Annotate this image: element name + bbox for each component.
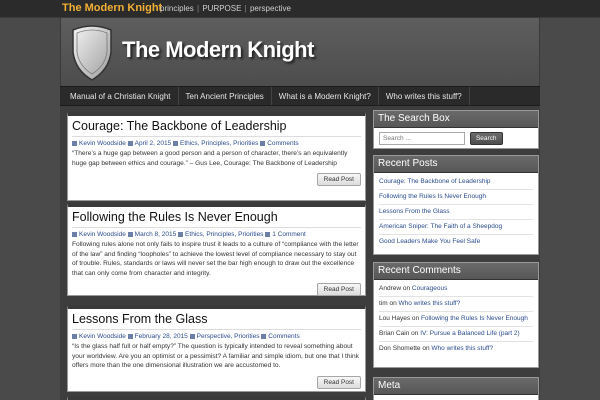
post-author[interactable]: Kevin Woodside (79, 333, 126, 340)
post-title[interactable]: Courage: The Backbone of Leadership (72, 116, 361, 137)
author-icon (72, 231, 77, 237)
recent-comment: Don Shomette on Who writes this stuff? (379, 345, 494, 352)
post-card: Following the Rules Is Never Enough Kevi… (67, 203, 366, 296)
comment-post-link[interactable]: Who writes this stuff? (431, 345, 493, 352)
author-icon (72, 140, 77, 146)
post-categories[interactable]: Perspective, Priorities (197, 333, 260, 340)
tagline: principles | PURPOSE | perspective (160, 4, 291, 13)
post-categories[interactable]: Ethics, Principles, Priorities (185, 231, 263, 238)
post-date[interactable]: February 28, 2015 (135, 333, 188, 340)
recent-post-link[interactable]: Good Leaders Make You Feel Safe (379, 235, 533, 249)
recent-comments-widget: Recent Comments Andrew on Courageous tim… (373, 262, 539, 368)
search-input[interactable] (379, 132, 465, 145)
site-brand-title[interactable]: The Modern Knight (122, 37, 314, 63)
post-excerpt: “There’s a huge gap between a good perso… (72, 150, 348, 167)
comment-author: Lou Hayes (379, 315, 411, 322)
author-icon (72, 333, 77, 339)
site-header: The Modern Knight (60, 18, 540, 86)
folder-icon (178, 231, 184, 237)
widget-title: Meta (374, 378, 538, 395)
comment-icon (261, 333, 267, 339)
recent-comment: Lou Hayes on Following the Rules Is Neve… (379, 312, 533, 327)
post-meta: Kevin Woodside February 28, 2015 Perspec… (72, 330, 361, 342)
post-card: Courage: The Backbone of Leadership Kevi… (67, 112, 366, 201)
comment-post-link[interactable]: Who writes this stuff? (399, 300, 461, 307)
recent-posts-widget: Recent Posts Courage: The Backbone of Le… (373, 155, 539, 255)
comment-icon (265, 231, 271, 237)
read-post-button[interactable]: Read Post (316, 283, 361, 296)
post-meta: Kevin Woodside April 2, 2015 Ethics, Pri… (72, 137, 361, 149)
read-post-button[interactable]: Read Post (316, 173, 361, 186)
comment-post-link[interactable]: IV: Pursue a Balanced Life (part 2) (420, 330, 519, 337)
comment-author: tim (379, 300, 388, 307)
recent-post-link[interactable]: Lessons From the Glass (379, 205, 533, 220)
calendar-icon (127, 333, 133, 339)
search-button[interactable]: Search (469, 132, 503, 145)
post-title[interactable]: Following the Rules Is Never Enough (72, 207, 361, 228)
comment-post-link[interactable]: Courageous (412, 285, 447, 292)
post-comments[interactable]: Comments (267, 140, 298, 147)
folder-icon (189, 333, 195, 339)
post-card: Lessons From the Glass Kevin Woodside Fe… (67, 305, 366, 392)
widget-title: Recent Comments (374, 263, 538, 280)
post-excerpt: Following rules alone not only fails to … (72, 241, 359, 277)
top-site-name[interactable]: The Modern Knight (62, 2, 162, 14)
post-categories[interactable]: Ethics, Principles, Priorities (180, 140, 258, 147)
post-comments[interactable]: Comments (268, 333, 299, 340)
nav-who-writes[interactable]: Who writes this stuff? (379, 87, 470, 105)
comment-icon (260, 140, 266, 146)
search-widget: The Search Box Search (373, 110, 539, 149)
comment-author: Don Shomette (379, 345, 421, 352)
post-excerpt: “Is the glass half full or half empty?” … (72, 343, 359, 369)
comment-post-link[interactable]: Following the Rules Is Never Enough (421, 315, 528, 322)
calendar-icon (127, 231, 133, 237)
post-date[interactable]: April 2, 2015 (135, 140, 172, 147)
post-date[interactable]: March 8, 2015 (135, 231, 177, 238)
widget-title: The Search Box (374, 111, 538, 128)
main-nav: Manual of a Christian Knight Ten Ancient… (60, 86, 540, 106)
post-card (67, 396, 366, 400)
top-bar: The Modern Knight principles | PURPOSE |… (0, 0, 600, 18)
calendar-icon (127, 140, 133, 146)
nav-ten-principles[interactable]: Ten Ancient Principles (179, 87, 272, 105)
comment-author: Brian Cain (379, 330, 410, 337)
tagline-purpose: PURPOSE (202, 4, 242, 13)
recent-comment: Andrew on Courageous (379, 282, 533, 297)
nav-manual[interactable]: Manual of a Christian Knight (60, 87, 179, 105)
post-author[interactable]: Kevin Woodside (79, 140, 126, 147)
post-meta: Kevin Woodside March 8, 2015 Ethics, Pri… (72, 228, 361, 240)
widget-title: Recent Posts (374, 156, 538, 173)
recent-post-link[interactable]: Courage: The Backbone of Leadership (379, 175, 533, 190)
post-comments[interactable]: 1 Comment (272, 231, 306, 238)
shield-icon[interactable] (69, 24, 115, 82)
post-title[interactable]: Lessons From the Glass (72, 309, 361, 330)
read-post-button[interactable]: Read Post (316, 375, 361, 389)
nav-what-is[interactable]: What is a Modern Knight? (272, 87, 379, 105)
comment-author: Andrew (379, 285, 402, 292)
recent-post-link[interactable]: American Sniper: The Faith of a Sheepdog (379, 220, 533, 235)
recent-comment: Brian Cain on IV: Pursue a Balanced Life… (379, 327, 533, 342)
folder-icon (172, 140, 178, 146)
tagline-principles: principles (160, 4, 194, 13)
recent-post-link[interactable]: Following the Rules Is Never Enough (379, 190, 533, 205)
post-author[interactable]: Kevin Woodside (79, 231, 126, 238)
recent-comment: tim on Who writes this stuff? (379, 297, 533, 312)
meta-widget: Meta (373, 377, 539, 400)
tagline-perspective: perspective (249, 4, 291, 13)
